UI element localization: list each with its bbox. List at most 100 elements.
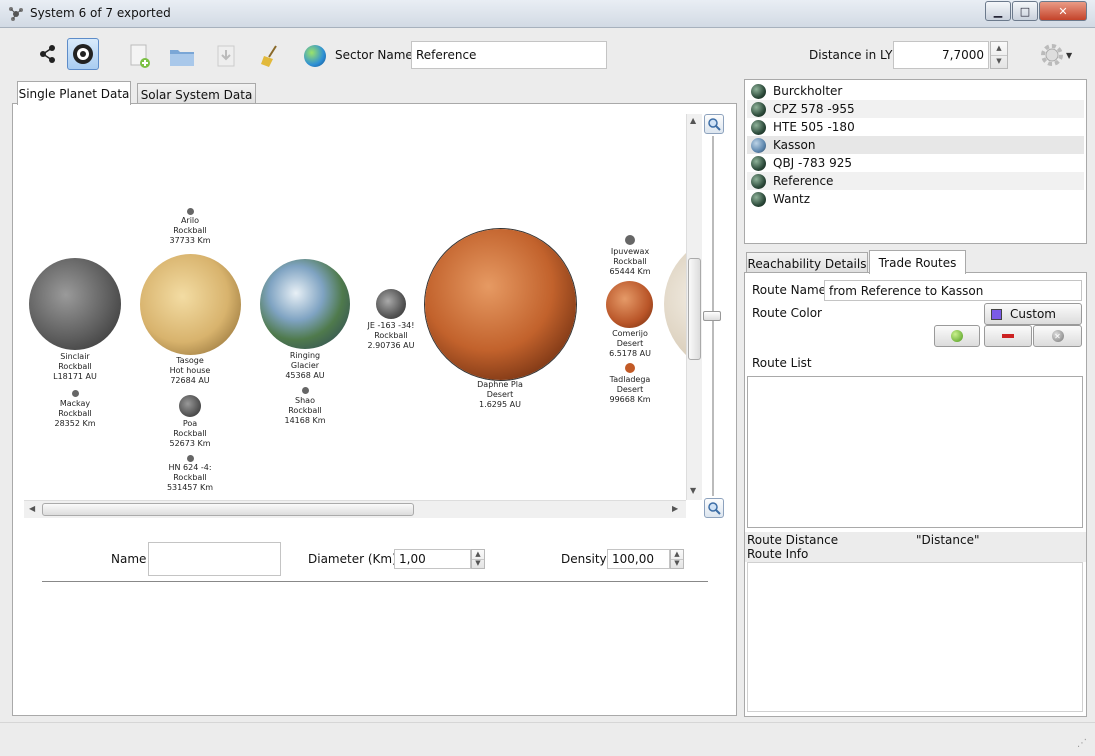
route-list[interactable]	[747, 376, 1083, 528]
list-item[interactable]: QBJ -783 925	[747, 154, 1084, 172]
tab-single-planet-data[interactable]: Single Planet Data	[17, 81, 131, 105]
add-route-button[interactable]	[934, 325, 980, 347]
planet-type: Rockball	[58, 362, 92, 371]
system-list[interactable]: Burckholter CPZ 578 -955 HTE 505 -180 Ka…	[744, 79, 1087, 244]
status-bar	[0, 722, 1095, 756]
list-item-label: Reference	[773, 174, 834, 188]
list-item-selected[interactable]: Kasson	[747, 136, 1084, 154]
close-button[interactable]: ✕	[1039, 1, 1087, 21]
planet-tadladega[interactable]	[625, 363, 635, 373]
list-item[interactable]: Burckholter	[747, 82, 1084, 100]
planet-partial-giant[interactable]	[664, 234, 686, 374]
vertical-scrollbar[interactable]: ▲ ▼	[686, 114, 702, 500]
density-input[interactable]: 100,00	[607, 549, 670, 569]
stepper-up-icon[interactable]: ▲	[472, 550, 484, 559]
planet-name: Mackay	[59, 399, 91, 408]
planet-info: 1.6295 AU	[479, 400, 521, 409]
minimize-button[interactable]: ▁	[985, 1, 1011, 21]
clear-routes-button[interactable]: ✕	[1033, 325, 1082, 347]
route-name-input[interactable]: from Reference to Kasson	[824, 280, 1082, 301]
planet-label-poa: Poa Rockball 52673 Km	[169, 419, 210, 449]
planet-hn-624[interactable]	[187, 455, 194, 462]
distance-label: Distance in LY	[809, 48, 893, 62]
scroll-down-icon[interactable]: ▼	[690, 486, 696, 495]
horizontal-scrollbar[interactable]: ◀ ▶	[24, 500, 686, 518]
resize-grip-icon[interactable]: ⋰	[1077, 738, 1089, 750]
list-item[interactable]: Reference	[747, 172, 1084, 190]
planet-poa[interactable]	[179, 395, 201, 417]
tab-reachability-details[interactable]: Reachability Details	[746, 252, 868, 274]
remove-route-button[interactable]	[984, 325, 1032, 347]
zoom-slider-handle[interactable]	[703, 311, 721, 321]
gear-icon	[1041, 44, 1063, 66]
planet-info: 65444 Km	[609, 267, 651, 276]
scroll-right-icon[interactable]: ▶	[672, 504, 678, 513]
planet-canvas[interactable]: Sinclair Rockball L18171 AU Mackay Rockball…	[24, 114, 686, 500]
zoom-out-button[interactable]	[704, 498, 724, 518]
planet-label-shao: Shao Rockball 14168 Km	[284, 396, 325, 426]
list-item-label: CPZ 578 -955	[773, 102, 855, 116]
stepper-down-icon[interactable]: ▼	[671, 558, 683, 569]
density-label: Density	[561, 552, 607, 566]
stepper-up-icon[interactable]: ▲	[671, 550, 683, 559]
save-button[interactable]	[210, 40, 242, 72]
vertical-scroll-thumb[interactable]	[688, 258, 701, 360]
diameter-input[interactable]: 1,00	[394, 549, 471, 569]
planet-label-sinclair: Sinclair Rockball L18171 AU	[53, 352, 97, 382]
planet-mackay[interactable]	[72, 390, 79, 397]
distance-input[interactable]: 7,7000	[893, 41, 989, 69]
stepper-down-icon[interactable]: ▼	[991, 54, 1007, 69]
planet-label-arilo: Arilo Rockball 37733 Km	[169, 216, 210, 246]
planet-comerijo[interactable]	[606, 281, 653, 328]
planet-type: Glacier	[290, 361, 320, 370]
planet-info: 37733 Km	[169, 236, 211, 245]
planet-shao[interactable]	[302, 387, 309, 394]
horizontal-scroll-thumb[interactable]	[42, 503, 414, 516]
planet-icon	[751, 137, 766, 153]
planet-name: JE -163 -34!	[367, 321, 415, 330]
planet-name: Daphne Pla	[477, 380, 523, 389]
route-color-button[interactable]: Custom	[984, 303, 1082, 325]
settings-menu-button[interactable]: ▼	[1040, 42, 1074, 68]
add-icon	[951, 330, 963, 342]
tab-solar-system-data[interactable]: Solar System Data	[137, 83, 256, 105]
planet-name: Ringing	[289, 351, 321, 360]
planet-arilo[interactable]	[187, 208, 194, 215]
list-item[interactable]: Wantz	[747, 190, 1084, 208]
network-view-button[interactable]	[32, 38, 64, 70]
planet-icon	[751, 101, 766, 117]
distance-stepper[interactable]: ▲ ▼	[990, 41, 1008, 69]
open-button[interactable]	[166, 40, 198, 72]
stepper-up-icon[interactable]: ▲	[991, 42, 1007, 55]
planet-name-input[interactable]	[148, 542, 281, 576]
diameter-stepper[interactable]: ▲ ▼	[471, 549, 485, 569]
tab-trade-routes[interactable]: Trade Routes	[869, 250, 966, 274]
scroll-left-icon[interactable]: ◀	[29, 504, 35, 513]
planet-type: Rockball	[173, 473, 207, 482]
planet-tasoge[interactable]	[140, 254, 241, 355]
sector-name-input[interactable]: Reference	[411, 41, 607, 69]
form-divider	[42, 581, 708, 582]
planet-label-tasoge: Tasoge Hot house 72684 AU	[170, 356, 211, 386]
stepper-down-icon[interactable]: ▼	[472, 558, 484, 569]
diameter-label: Diameter (Km)	[308, 552, 397, 566]
planet-view-button[interactable]	[67, 38, 99, 70]
planet-ringing[interactable]	[260, 259, 350, 349]
planet-ipuvewax[interactable]	[625, 235, 635, 245]
zoom-in-button[interactable]	[704, 114, 724, 134]
route-color-label: Route Color	[752, 306, 822, 320]
new-button[interactable]	[124, 40, 156, 72]
planet-sinclair[interactable]	[29, 258, 121, 350]
scroll-up-icon[interactable]: ▲	[690, 116, 696, 125]
planet-je-163[interactable]	[376, 289, 406, 319]
clear-button[interactable]	[254, 40, 286, 72]
density-stepper[interactable]: ▲ ▼	[670, 549, 684, 569]
maximize-button[interactable]: □	[1012, 1, 1038, 21]
list-item[interactable]: CPZ 578 -955	[747, 100, 1084, 118]
planet-daphne-pla[interactable]	[425, 229, 576, 380]
planet-type: Desert	[616, 385, 644, 394]
planet-type: Rockball	[374, 331, 408, 340]
list-item[interactable]: HTE 505 -180	[747, 118, 1084, 136]
planet-info: 45368 AU	[285, 371, 325, 380]
title-bar: System 6 of 7 exported ▁ □ ✕	[0, 0, 1095, 28]
